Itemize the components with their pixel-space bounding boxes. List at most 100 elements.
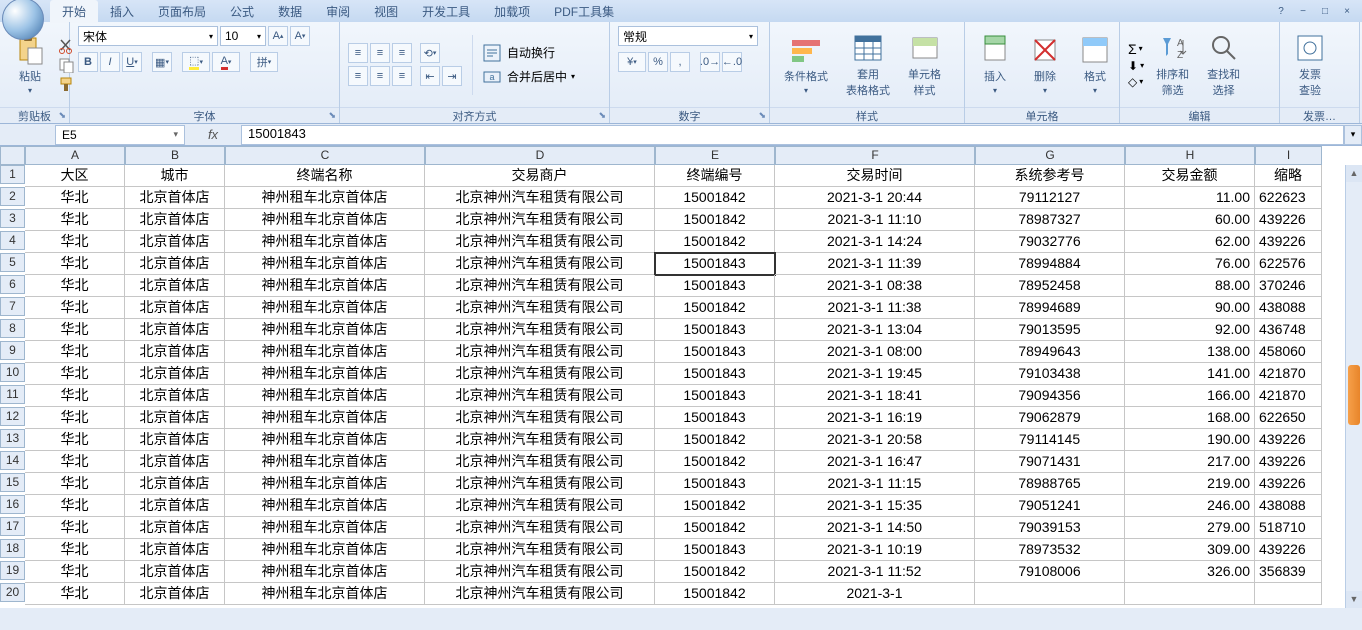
cell[interactable]: 神州租车北京首体店 bbox=[225, 517, 425, 539]
cell[interactable]: 15001842 bbox=[655, 517, 775, 539]
cell[interactable]: 15001842 bbox=[655, 495, 775, 517]
cell[interactable]: 北京神州汽车租赁有限公司 bbox=[425, 275, 655, 297]
percent-icon[interactable]: % bbox=[648, 52, 668, 72]
cell[interactable]: 神州租车北京首体店 bbox=[225, 385, 425, 407]
cell[interactable]: 219.00 bbox=[1125, 473, 1255, 495]
row-header[interactable]: 2 bbox=[0, 187, 25, 206]
align-bottom-icon[interactable]: ≡ bbox=[392, 43, 412, 63]
fx-icon[interactable]: fx bbox=[193, 127, 233, 142]
cell-style-button[interactable]: 单元格 样式 bbox=[902, 30, 947, 100]
spreadsheet[interactable]: ABCDEFGHI1大区城市终端名称交易商户终端编号交易时间系统参考号交易金额缩… bbox=[0, 146, 1362, 608]
cell[interactable]: 北京神州汽车租赁有限公司 bbox=[425, 231, 655, 253]
cell[interactable]: 神州租车北京首体店 bbox=[225, 319, 425, 341]
cell[interactable]: 北京首体店 bbox=[125, 495, 225, 517]
select-all-corner[interactable] bbox=[0, 146, 25, 165]
row-header[interactable]: 3 bbox=[0, 209, 25, 228]
cell[interactable]: 北京神州汽车租赁有限公司 bbox=[425, 363, 655, 385]
cell[interactable]: 2021-3-1 bbox=[775, 583, 975, 605]
menu-tab-数据[interactable]: 数据 bbox=[266, 0, 314, 23]
cell[interactable]: 北京神州汽车租赁有限公司 bbox=[425, 407, 655, 429]
cell[interactable]: 15001843 bbox=[655, 473, 775, 495]
cell[interactable]: 北京首体店 bbox=[125, 275, 225, 297]
cell[interactable]: 438088 bbox=[1255, 297, 1322, 319]
cell[interactable]: 439226 bbox=[1255, 231, 1322, 253]
cell[interactable]: 2021-3-1 18:41 bbox=[775, 385, 975, 407]
cell[interactable]: 79112127 bbox=[975, 187, 1125, 209]
cell[interactable]: 326.00 bbox=[1125, 561, 1255, 583]
table-header-cell[interactable]: 交易时间 bbox=[775, 165, 975, 187]
menu-tab-开始[interactable]: 开始 bbox=[50, 0, 98, 23]
table-header-cell[interactable]: 大区 bbox=[25, 165, 125, 187]
cell[interactable]: 15001843 bbox=[655, 253, 775, 275]
cell[interactable]: 神州租车北京首体店 bbox=[225, 187, 425, 209]
cell[interactable]: 北京神州汽车租赁有限公司 bbox=[425, 517, 655, 539]
cell[interactable]: 华北 bbox=[25, 539, 125, 561]
col-header-E[interactable]: E bbox=[655, 146, 775, 165]
row-header[interactable]: 20 bbox=[0, 583, 25, 602]
name-box[interactable]: E5▾ bbox=[55, 125, 185, 145]
cell[interactable]: 神州租车北京首体店 bbox=[225, 583, 425, 605]
cell[interactable]: 76.00 bbox=[1125, 253, 1255, 275]
cell[interactable]: 华北 bbox=[25, 473, 125, 495]
cell[interactable]: 北京首体店 bbox=[125, 253, 225, 275]
cell[interactable]: 2021-3-1 14:50 bbox=[775, 517, 975, 539]
scrollbar-thumb[interactable] bbox=[1348, 365, 1360, 425]
cell[interactable]: 166.00 bbox=[1125, 385, 1255, 407]
table-header-cell[interactable]: 交易商户 bbox=[425, 165, 655, 187]
cell[interactable]: 79094356 bbox=[975, 385, 1125, 407]
grow-font-icon[interactable]: A▴ bbox=[268, 26, 288, 46]
cell[interactable]: 北京首体店 bbox=[125, 319, 225, 341]
cell[interactable]: 神州租车北京首体店 bbox=[225, 539, 425, 561]
cell[interactable]: 79103438 bbox=[975, 363, 1125, 385]
cell[interactable]: 190.00 bbox=[1125, 429, 1255, 451]
cell[interactable]: 2021-3-1 11:15 bbox=[775, 473, 975, 495]
cell[interactable]: 439226 bbox=[1255, 429, 1322, 451]
formula-input[interactable]: 15001843 bbox=[241, 125, 1344, 145]
dec-decimal-icon[interactable]: ←.0 bbox=[722, 52, 742, 72]
cell[interactable]: 北京神州汽车租赁有限公司 bbox=[425, 187, 655, 209]
row-header[interactable]: 19 bbox=[0, 561, 25, 580]
cell[interactable]: 北京首体店 bbox=[125, 429, 225, 451]
cell[interactable]: 88.00 bbox=[1125, 275, 1255, 297]
merge-center-button[interactable]: a 合并后居中 ▾ bbox=[483, 68, 575, 86]
cell[interactable]: 15001843 bbox=[655, 341, 775, 363]
cell[interactable]: 神州租车北京首体店 bbox=[225, 495, 425, 517]
cell[interactable]: 79062879 bbox=[975, 407, 1125, 429]
cell[interactable]: 92.00 bbox=[1125, 319, 1255, 341]
cell[interactable]: 北京首体店 bbox=[125, 297, 225, 319]
align-right-icon[interactable]: ≡ bbox=[392, 66, 412, 86]
cell[interactable]: 华北 bbox=[25, 363, 125, 385]
currency-icon[interactable]: ¥▾ bbox=[618, 52, 646, 72]
cell[interactable]: 华北 bbox=[25, 385, 125, 407]
cell[interactable]: 2021-3-1 11:10 bbox=[775, 209, 975, 231]
fill-color-button[interactable]: ⬚▾ bbox=[182, 52, 210, 72]
formula-expand-icon[interactable]: ▾ bbox=[1344, 125, 1362, 145]
cell[interactable]: 138.00 bbox=[1125, 341, 1255, 363]
cell[interactable]: 421870 bbox=[1255, 385, 1322, 407]
col-header-I[interactable]: I bbox=[1255, 146, 1322, 165]
cell[interactable]: 北京神州汽车租赁有限公司 bbox=[425, 319, 655, 341]
minimize-icon[interactable]: − bbox=[1294, 4, 1312, 18]
cell[interactable]: 79013595 bbox=[975, 319, 1125, 341]
cell[interactable]: 2021-3-1 10:19 bbox=[775, 539, 975, 561]
menu-tab-页面布局[interactable]: 页面布局 bbox=[146, 0, 218, 23]
cell[interactable]: 78988765 bbox=[975, 473, 1125, 495]
cell[interactable]: 458060 bbox=[1255, 341, 1322, 363]
cell[interactable]: 90.00 bbox=[1125, 297, 1255, 319]
cell[interactable]: 15001843 bbox=[655, 363, 775, 385]
cell[interactable]: 78994689 bbox=[975, 297, 1125, 319]
row-header[interactable]: 6 bbox=[0, 275, 25, 294]
cell[interactable]: 15001842 bbox=[655, 451, 775, 473]
cell[interactable]: 2021-3-1 11:52 bbox=[775, 561, 975, 583]
cell[interactable]: 神州租车北京首体店 bbox=[225, 407, 425, 429]
cell[interactable]: 11.00 bbox=[1125, 187, 1255, 209]
cell[interactable]: 北京首体店 bbox=[125, 451, 225, 473]
cell[interactable]: 北京首体店 bbox=[125, 209, 225, 231]
cell[interactable]: 神州租车北京首体店 bbox=[225, 253, 425, 275]
office-button[interactable] bbox=[2, 0, 44, 40]
row-header[interactable]: 16 bbox=[0, 495, 25, 514]
indent-dec-icon[interactable]: ⇤ bbox=[420, 66, 440, 86]
underline-button[interactable]: U▾ bbox=[122, 52, 142, 72]
invoice-button[interactable]: 发票 查验 bbox=[1288, 30, 1332, 100]
cell[interactable]: 北京神州汽车租赁有限公司 bbox=[425, 297, 655, 319]
